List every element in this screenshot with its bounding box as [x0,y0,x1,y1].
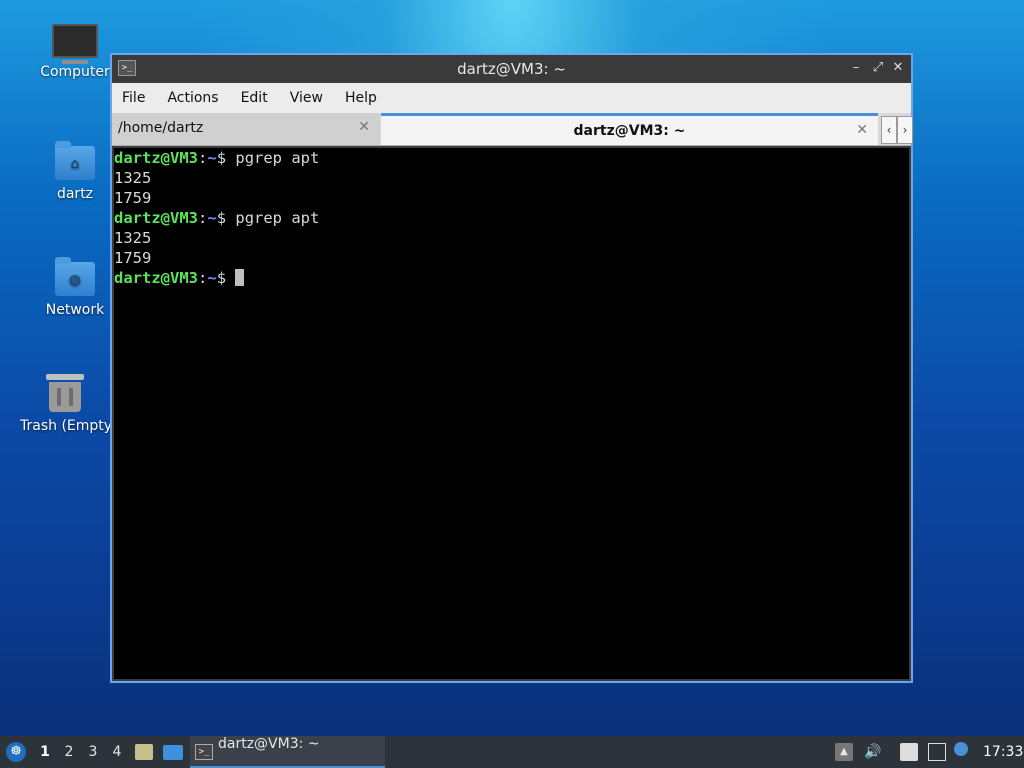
start-menu-icon[interactable]: ☸ [6,742,26,762]
command-text: pgrep apt [235,149,320,167]
window-titlebar[interactable]: >_ dartz@VM3: ~ – ⤢ ✕ [112,55,911,83]
home-folder-icon: ⌂ [55,141,95,180]
volume-icon[interactable]: 🔊 [864,743,882,761]
menu-view[interactable]: View [290,90,323,106]
menubar: File Actions Edit View Help [112,83,911,113]
computer-icon [52,24,98,64]
terminal-output[interactable]: dartz@VM3:~$ pgrep apt 1325 1759 dartz@VM3:… [114,148,909,679]
prompt-user: dartz@VM3 [114,149,198,167]
workspace-2[interactable]: 2 [58,736,80,768]
output-line: 1325 [114,169,152,187]
prompt-line: dartz@VM3:~$ [114,268,909,288]
output-line: 1759 [114,189,152,207]
taskbar: ☸ 1 2 3 4 >_ dartz@VM3: ~ ▲ 🔊 17:33 [0,736,1024,768]
trash-icon [46,374,84,412]
menu-file[interactable]: File [122,90,145,106]
prompt-user: dartz@VM3 [114,209,198,227]
network-folder-icon: ◍ [55,257,95,296]
desktop-icon-label: Trash (Empty) [20,418,110,434]
desktop-icon-trash[interactable]: Trash (Empty) [20,374,110,434]
file-manager-icon[interactable] [135,744,153,760]
prompt-separator: : [198,209,208,227]
menu-actions[interactable]: Actions [167,90,218,106]
prompt-path: ~ [207,149,217,167]
show-desktop-icon[interactable] [163,745,183,760]
prompt-separator: : [198,269,208,287]
prompt-line: dartz@VM3:~$ pgrep apt [114,208,909,228]
tab-terminal[interactable]: dartz@VM3: ~ ✕ [381,113,878,145]
output-line: 1325 [114,229,152,247]
taskbar-terminal-button[interactable]: >_ dartz@VM3: ~ [190,736,385,768]
prompt-separator: : [198,149,208,167]
prompt-user: dartz@VM3 [114,269,198,287]
minimize-button[interactable]: – [847,59,865,77]
tab-close-icon[interactable]: ✕ [856,122,868,138]
tray-expand-icon[interactable]: ▲ [835,743,853,761]
window-title: dartz@VM3: ~ [457,60,566,78]
clock[interactable]: 17:33 [983,736,1023,768]
prompt-path: ~ [207,269,217,287]
text-cursor [235,269,245,286]
workspace-1[interactable]: 1 [34,736,56,768]
network-icon[interactable] [928,743,946,761]
tab-scroll-left-icon[interactable]: ‹ [881,116,897,144]
workspace-4[interactable]: 4 [106,736,128,768]
menu-edit[interactable]: Edit [241,90,268,106]
prompt-symbol: $ [216,269,236,287]
prompt-symbol: $ [216,209,236,227]
command-text: pgrep apt [235,209,320,227]
prompt-symbol: $ [216,149,236,167]
tab-close-icon[interactable]: ✕ [358,119,370,135]
update-notifier-icon[interactable] [954,742,968,756]
output-line: 1759 [114,249,152,267]
menu-help[interactable]: Help [345,90,377,106]
taskbar-task-label: dartz@VM3: ~ [218,736,320,752]
prompt-line: dartz@VM3:~$ pgrep apt [114,148,909,168]
tab-scroll-right-icon[interactable]: › [897,116,913,144]
tab-home-dartz[interactable]: /home/dartz ✕ [112,113,380,145]
terminal-icon: >_ [195,744,213,760]
terminal-window: >_ dartz@VM3: ~ – ⤢ ✕ File Actions Edit … [110,53,913,683]
clipboard-icon[interactable] [900,743,918,761]
tab-label: /home/dartz [118,120,204,136]
tab-label: dartz@VM3: ~ [573,123,686,139]
prompt-path: ~ [207,209,217,227]
close-button[interactable]: ✕ [889,59,907,77]
maximize-button[interactable]: ⤢ [869,59,887,77]
tab-bar: /home/dartz ✕ dartz@VM3: ~ ✕ ‹ › [112,113,913,146]
workspace-3[interactable]: 3 [82,736,104,768]
